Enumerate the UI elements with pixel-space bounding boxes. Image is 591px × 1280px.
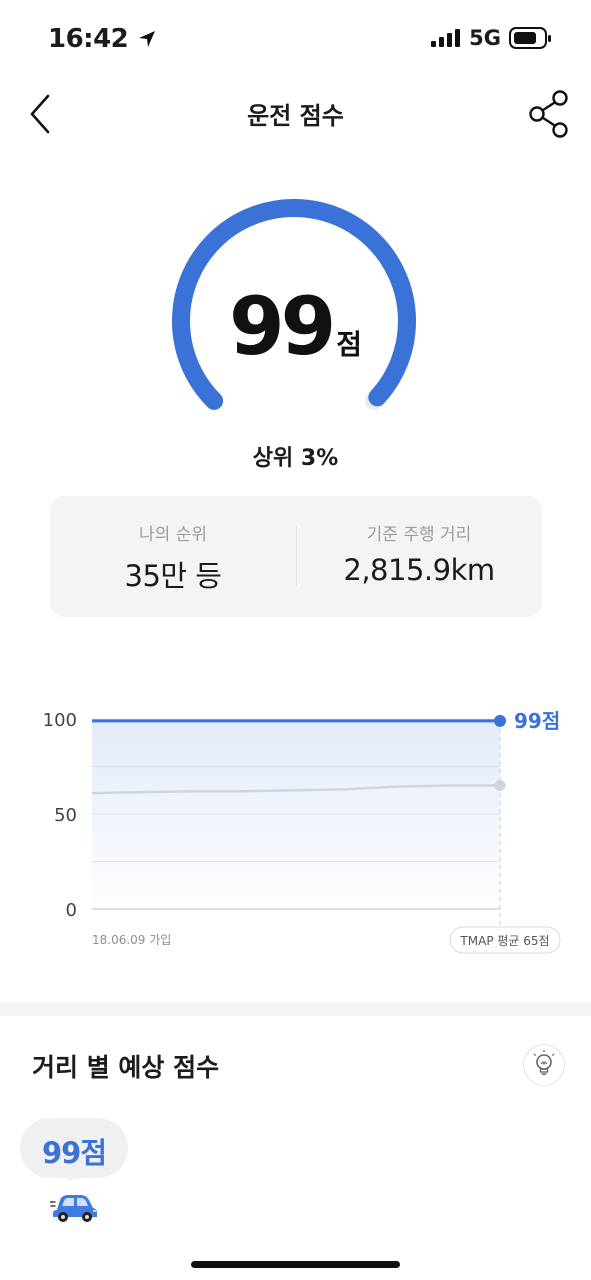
network-type: 5G [469, 26, 501, 50]
y-tick-label: 50 [54, 805, 77, 826]
rank-percentile: 상위 3% [252, 446, 339, 471]
score-history-chart: 99점 100 50 0 18.06.09 가입 TMAP 평균 65점 [43, 709, 561, 954]
share-button[interactable] [526, 88, 574, 140]
score-area-fill [92, 720, 500, 909]
distance-label: 기준 주행 거리 [366, 525, 472, 545]
location-arrow-icon [138, 31, 155, 47]
signal-icon [431, 29, 461, 47]
my-rank-stat: 나의 순위 35만 등 [50, 520, 296, 595]
y-tick-label: 100 [43, 710, 77, 731]
section-title: 거리 별 예상 점수 [32, 1053, 220, 1082]
distance-value: 2,815.9km [343, 553, 495, 587]
score-unit: 점 [336, 328, 363, 361]
y-tick-label: 0 [66, 900, 77, 921]
score-value: 99 [228, 280, 336, 373]
lightbulb-icon [533, 1050, 555, 1075]
bubble-score: 99점 [41, 1136, 107, 1170]
status-indicators: 5G [431, 26, 551, 50]
my-rank-value: 35만 등 [124, 559, 222, 593]
section-separator [0, 1002, 591, 1016]
my-rank-label: 나의 순위 [139, 525, 207, 545]
join-date-label: 18.06.09 가입 [92, 933, 171, 947]
score-display: 99 점 [0, 280, 591, 373]
battery-icon [509, 27, 551, 49]
score-end-label: 99점 [514, 709, 560, 733]
avg-badge-label: TMAP 평균 65점 [459, 934, 549, 948]
page-title: 운전 점수 [247, 102, 344, 130]
status-time: 16:42 [48, 24, 157, 54]
share-icon [529, 90, 568, 138]
distance-stat: 기준 주행 거리 2,815.9km [296, 520, 542, 587]
avg-end-point [494, 780, 506, 791]
home-indicator[interactable] [191, 1261, 400, 1268]
stats-card: 나의 순위 35만 등 기준 주행 거리 2,815.9km [50, 496, 542, 617]
car-icon [50, 1195, 97, 1222]
tip-button[interactable] [523, 1044, 565, 1086]
score-end-point [494, 714, 506, 727]
